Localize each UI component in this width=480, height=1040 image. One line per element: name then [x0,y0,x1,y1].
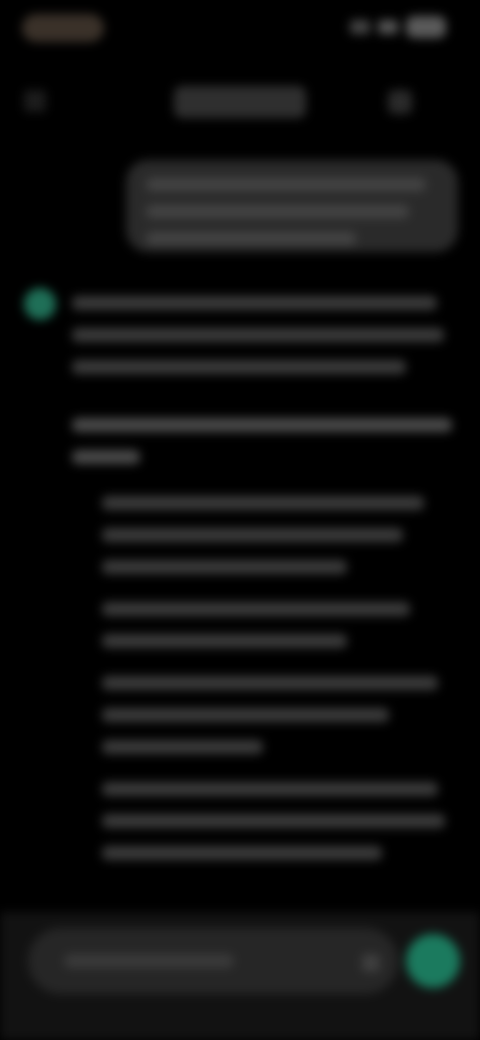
microphone-icon[interactable] [362,954,380,972]
wifi-icon [378,20,398,34]
message-placeholder-bar [64,954,234,968]
assistant-list [102,496,452,860]
chevron-left-icon[interactable] [24,90,46,112]
assistant-logo-icon [24,288,56,320]
page-title-text [174,86,175,87]
menu-icon[interactable] [388,90,412,114]
chat-screen [0,0,480,1040]
battery-icon [406,16,446,38]
status-time [22,14,104,42]
status-time-text [22,14,23,15]
page-title [174,86,306,118]
send-button[interactable] [406,934,460,988]
user-message-bubble [126,160,458,252]
assistant-message [72,296,452,878]
status-icons [350,16,446,38]
signal-icon [350,20,370,34]
